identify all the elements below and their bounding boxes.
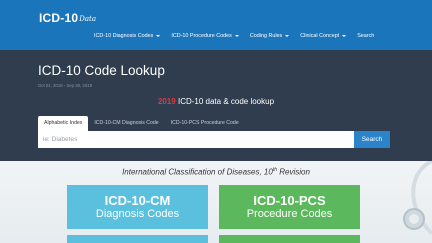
- page-title: ICD-10 Code Lookup: [38, 63, 165, 78]
- nav-search[interactable]: Search: [357, 33, 374, 39]
- tagline-tail: Revision: [277, 167, 310, 177]
- caret-down-icon: [342, 35, 347, 37]
- next-card-left[interactable]: [67, 235, 208, 243]
- nav-label: Search: [357, 33, 375, 39]
- nav-label: Coding Rules: [249, 33, 283, 39]
- card-title: ICD-10-CM: [104, 193, 171, 208]
- hero-section: ICD-10 Code Lookup Oct 01, 2018 - Sep 30…: [0, 50, 432, 161]
- nav-label: Clinical Concept: [300, 33, 340, 39]
- tagline: International Classification of Diseases…: [0, 167, 432, 177]
- top-navbar: ICD-10 Data ICD-10 Diagnosis Codes ICD-1…: [0, 0, 432, 50]
- icd10-cm-card[interactable]: ICD-10-CM Diagnosis Codes: [67, 185, 208, 229]
- nav-label: ICD-10 Procedure Codes: [171, 33, 232, 39]
- tagline-text: International Classification of Diseases…: [122, 167, 273, 177]
- nav-coding-rules[interactable]: Coding Rules: [249, 33, 290, 39]
- nav-procedure-codes[interactable]: ICD-10 Procedure Codes: [171, 33, 239, 39]
- caret-down-icon: [156, 35, 161, 37]
- subtitle-text: ICD-10 data & code lookup: [175, 97, 275, 106]
- icd10-pcs-card[interactable]: ICD-10-PCS Procedure Codes: [219, 185, 360, 229]
- tab-cm-diagnosis-code[interactable]: ICD-10-CM Diagnosis Code: [88, 116, 164, 131]
- site-logo[interactable]: ICD-10 Data: [39, 8, 96, 24]
- nav-clinical-concept[interactable]: Clinical Concept: [300, 33, 347, 39]
- next-card-right[interactable]: [219, 235, 360, 243]
- main-nav: ICD-10 Diagnosis Codes ICD-10 Procedure …: [94, 33, 385, 39]
- caret-down-icon: [234, 35, 239, 37]
- tab-alphabetic-index[interactable]: Alphabetic Index: [38, 116, 89, 131]
- date-range: Oct 01, 2018 - Sep 30, 2019: [38, 83, 92, 88]
- nav-label: ICD-10 Diagnosis Codes: [94, 33, 154, 39]
- card-subtitle: Procedure Codes: [246, 208, 333, 220]
- search-tabs: Alphabetic Index ICD-10-CM Diagnosis Cod…: [38, 116, 245, 131]
- code-sets-section: International Classification of Diseases…: [0, 161, 432, 243]
- search-input[interactable]: [38, 131, 354, 148]
- year-label: 2019: [157, 97, 176, 106]
- caret-down-icon: [285, 35, 290, 37]
- card-subtitle: Diagnosis Codes: [95, 208, 180, 220]
- tab-pcs-procedure-code[interactable]: ICD-10-PCS Procedure Code: [165, 116, 245, 131]
- search-button[interactable]: Search: [354, 131, 390, 148]
- card-title: ICD-10-PCS: [253, 193, 326, 208]
- logo-script-text: Data: [79, 15, 96, 23]
- hero-subtitle: 2019 ICD-10 data & code lookup: [0, 97, 432, 106]
- nav-diagnosis-codes[interactable]: ICD-10 Diagnosis Codes: [94, 33, 161, 39]
- search-bar: Search: [38, 131, 390, 148]
- logo-text: ICD-10: [39, 11, 79, 25]
